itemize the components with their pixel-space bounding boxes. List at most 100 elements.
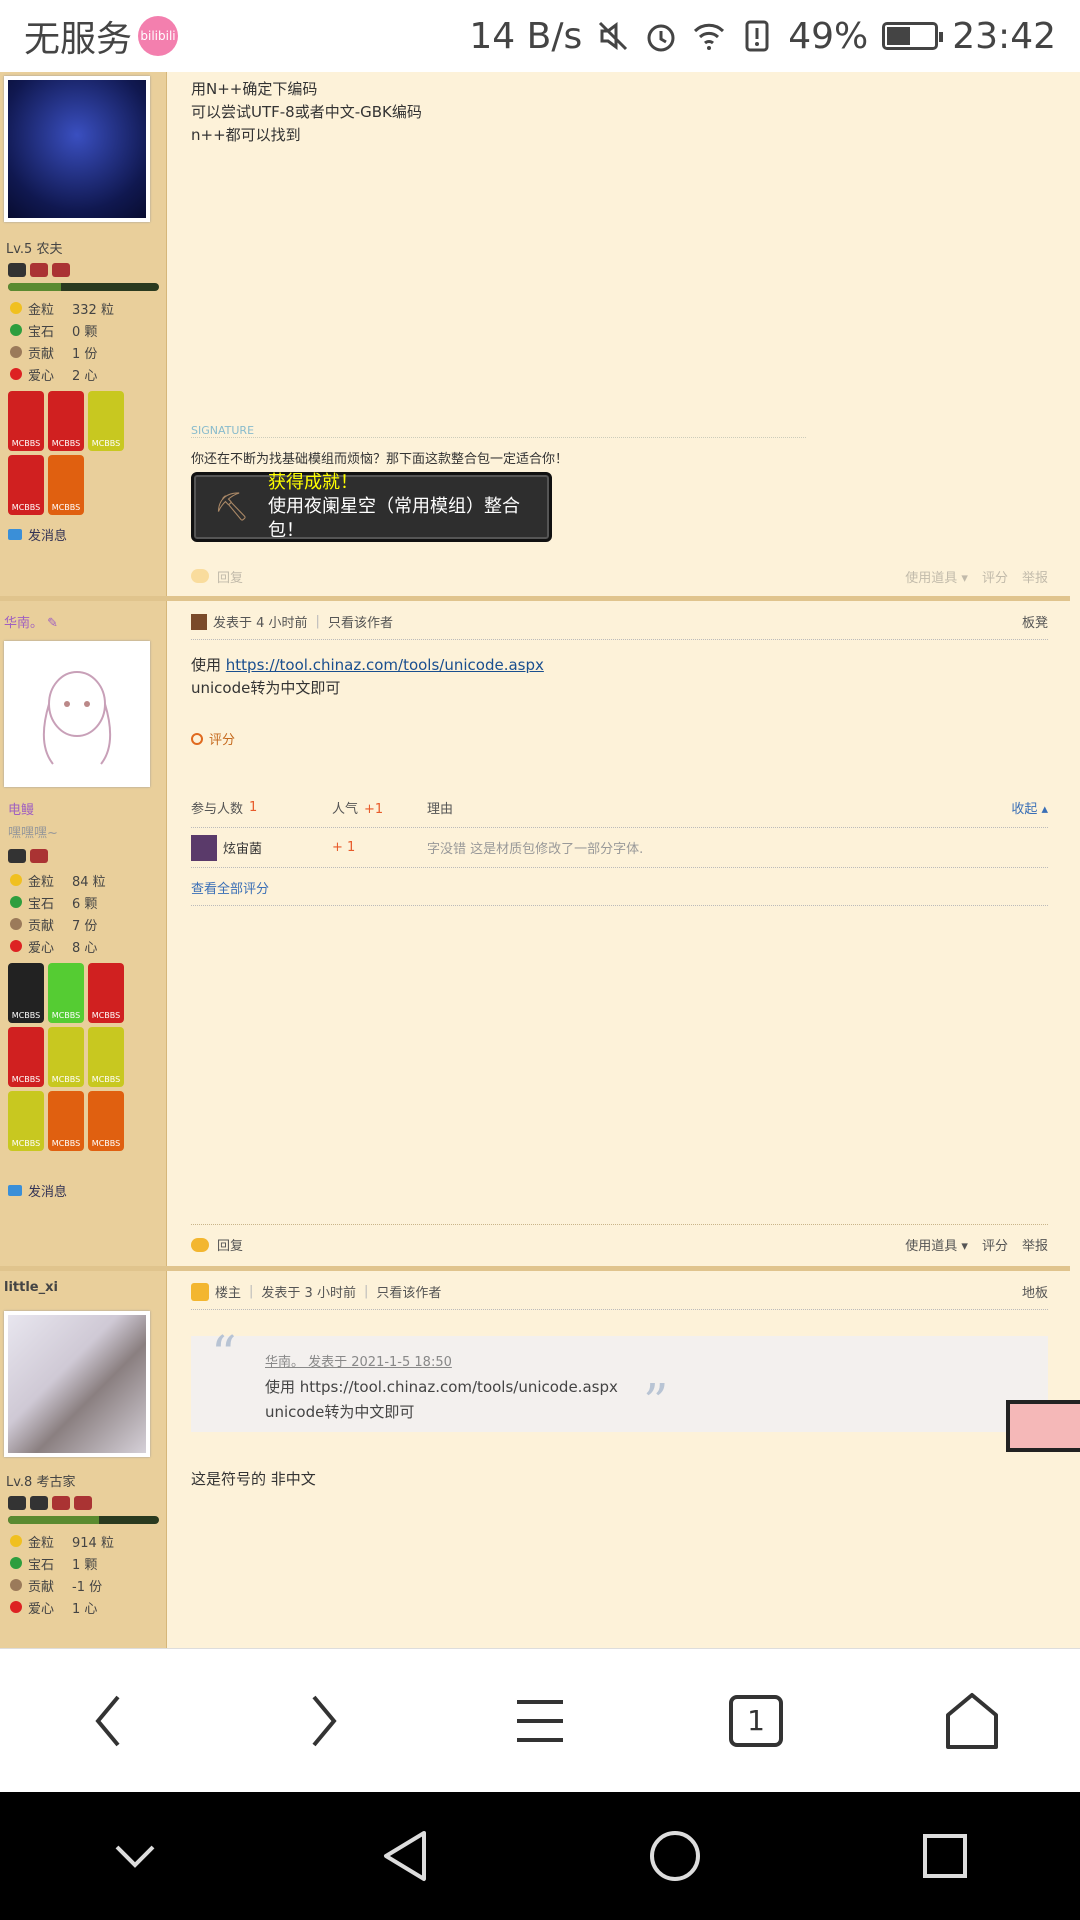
system-back-button[interactable] <box>370 1821 440 1891</box>
bilibili-icon: bilibili <box>138 16 179 56</box>
username[interactable]: 华南。 ✎ <box>0 610 167 633</box>
only-author-link[interactable]: 只看该作者 <box>376 1282 441 1301</box>
rate-button[interactable]: 评分 <box>982 567 1008 586</box>
rating-circle-icon <box>191 732 203 745</box>
browser-nav-bar: 1 <box>0 1648 1080 1792</box>
apple-medal-icon[interactable]: MCBBS <box>8 391 44 451</box>
back-button[interactable] <box>68 1681 148 1761</box>
username[interactable]: little_xi <box>0 1278 167 1297</box>
stat-contribution: 贡献 -1 份 <box>0 1574 167 1596</box>
stat-gem: 宝石 6 颗 <box>0 891 167 913</box>
vehicle-badges <box>0 849 167 863</box>
stat-contribution: 贡献 1 份 <box>0 341 167 363</box>
post-line: n++都可以找到 <box>191 126 301 144</box>
medal-list: MCBBS MCBBS MCBBS MCBBS MCBBS <box>0 385 140 521</box>
open-quote-icon: “ <box>211 1325 237 1383</box>
tools-button[interactable]: 使用道具 ▾ <box>905 1235 968 1254</box>
reply-icon <box>191 1237 209 1252</box>
achievement-title: 获得成就！ <box>268 472 358 493</box>
creeper-medal-icon[interactable]: MCBBS <box>48 963 84 1023</box>
avatar[interactable] <box>4 1311 150 1457</box>
stat-gold: 金粒 332 粒 <box>0 297 167 319</box>
send-message-link[interactable]: 发消息 <box>0 521 167 548</box>
menu-icon <box>517 1699 563 1742</box>
avatar[interactable] <box>4 76 150 222</box>
view-all-ratings-link[interactable]: 查看全部评分 <box>191 878 1048 906</box>
home-button[interactable] <box>932 1681 1012 1761</box>
post1-footer: 回复 使用道具 ▾ 评分 举报 <box>191 556 1048 596</box>
user-level: Lv.8 考古家 <box>6 1475 76 1490</box>
post-time: 发表于 3 小时前 <box>261 1286 356 1301</box>
rater-avatar[interactable] <box>191 834 217 861</box>
close-quote-icon: ” <box>643 1373 669 1431</box>
cake-medal-icon[interactable]: MCBBS <box>8 455 44 515</box>
forward-button[interactable] <box>284 1681 364 1761</box>
chevron-right-icon <box>312 1695 337 1746</box>
chevron-left-icon <box>95 1695 120 1746</box>
envelope-icon <box>8 529 22 540</box>
post3-header: 楼主 | 发表于 3 小时前 | 只看该作者 地板 <box>191 1282 1048 1310</box>
pickaxe-medal-icon[interactable]: MCBBS <box>88 1027 124 1087</box>
plant-medal-icon[interactable]: MCBBS <box>48 1091 84 1151</box>
signature-text: 你还在不断为找基础模组而烦恼？那下面这款整合包一定适合你！ <box>191 452 569 467</box>
post-divider <box>0 596 1070 601</box>
menu-button[interactable] <box>500 1681 580 1761</box>
report-button[interactable]: 举报 <box>1022 567 1048 586</box>
collapse-button[interactable]: 收起 ▴ <box>1011 798 1048 817</box>
signature-label: SIGNATURE <box>191 424 255 437</box>
face-medal-icon[interactable]: MCBBS <box>8 963 44 1023</box>
circle-home-icon <box>650 1831 700 1881</box>
pickaxe-medal-icon[interactable]: MCBBS <box>88 391 124 451</box>
post2-body: 使用 https://tool.chinaz.com/tools/unicode… <box>191 654 544 700</box>
home-icon <box>946 1692 998 1749</box>
system-home-button[interactable] <box>640 1821 710 1891</box>
report-button[interactable]: 举报 <box>1022 1235 1048 1254</box>
stat-gold: 金粒 84 粒 <box>0 869 167 891</box>
grid-medal-icon[interactable]: MCBBS <box>88 963 124 1023</box>
achievement-banner[interactable]: ⛏ 获得成就！ 使用夜阑星空（常用模组）整合包！ <box>191 472 552 542</box>
user-level: Lv.5 农夫 <box>6 242 63 257</box>
triangle-back-icon <box>384 1831 426 1881</box>
only-author-link[interactable]: 只看该作者 <box>328 612 393 631</box>
reply-button[interactable]: 回复 <box>217 567 243 586</box>
quote-source-link[interactable]: 华南。 发表于 2021-1-5 18:50 <box>265 1350 1048 1375</box>
network-speed: 14 B/s <box>469 15 583 57</box>
reply-icon <box>191 569 209 583</box>
stat-gold: 金粒 914 粒 <box>0 1530 167 1552</box>
reply-button[interactable]: 回复 <box>217 1235 243 1254</box>
rater-name[interactable]: 炫宙菌 <box>223 838 262 857</box>
carrier-label: 无服务 <box>24 19 133 60</box>
unicode-tool-link[interactable]: https://tool.chinaz.com/tools/unicode.as… <box>226 656 544 674</box>
user-profile-3: little_xi Lv.8 考古家 金粒 914 粒 宝石 1 颗 贡献 -1 份 … <box>0 1278 167 1618</box>
signature-divider: SIGNATURE <box>191 424 806 438</box>
pickaxe-medal-icon[interactable]: MCBBS <box>8 1091 44 1151</box>
rating-table-header: 参与人数 1 人气 +1 理由 收起 ▴ <box>191 788 1048 828</box>
rating-table: 参与人数 1 人气 +1 理由 收起 ▴ 炫宙菌 + 1 字没错 这是材质包修改了一… <box>191 788 1048 868</box>
tools-button[interactable]: 使用道具 ▾ <box>905 567 968 586</box>
system-recents-button[interactable] <box>910 1821 980 1891</box>
pickaxe-medal-icon[interactable]: MCBBS <box>48 1027 84 1087</box>
post1-body: 用N++确定下编码 可以尝试UTF-8或者中文-GBK编码 n++都可以找到 <box>191 78 422 147</box>
ten-medal-icon[interactable]: MCBBS <box>48 455 84 515</box>
medal-list: MCBBS MCBBS MCBBS MCBBS MCBBS MCBBS MCBB… <box>0 957 140 1157</box>
cake-medal-icon[interactable]: MCBBS <box>8 1027 44 1087</box>
floating-mascot-button[interactable] <box>1006 1400 1080 1452</box>
stat-love: 爱心 1 心 <box>0 1596 167 1618</box>
page-content: Lv.5 农夫 金粒 332 粒 宝石 0 颗 贡献 1 份 爱心 2 心 MCBBS … <box>0 72 1080 1648</box>
collapse-nav-button[interactable] <box>100 1821 170 1891</box>
status-bar: 无服务 bilibili 14 B/s 49% 23:42 <box>0 0 1080 72</box>
grid-medal-icon[interactable]: MCBBS <box>48 391 84 451</box>
tabs-button[interactable]: 1 <box>716 1681 796 1761</box>
rate-button[interactable]: 评分 <box>982 1235 1008 1254</box>
exp-bar <box>8 283 159 291</box>
user-subtitle: 嘿嘿嘿~ <box>8 826 58 841</box>
post-line: 用N++确定下编码 <box>191 80 318 98</box>
tree-medal-icon[interactable]: MCBBS <box>88 1091 124 1151</box>
user-profile-2: 华南。 ✎ 电鳗 嘿嘿嘿~ 金粒 84 粒 宝石 6 颗 贡献 7 份 爱心 8 心 M… <box>0 610 167 1204</box>
tabs-count: 1 <box>729 1694 783 1747</box>
send-message-link[interactable]: 发消息 <box>0 1177 167 1204</box>
battery-percent: 49% <box>788 15 869 57</box>
pickaxe-icon: ⛏ <box>214 490 250 523</box>
post-divider <box>0 1266 1070 1271</box>
avatar[interactable] <box>4 641 150 787</box>
